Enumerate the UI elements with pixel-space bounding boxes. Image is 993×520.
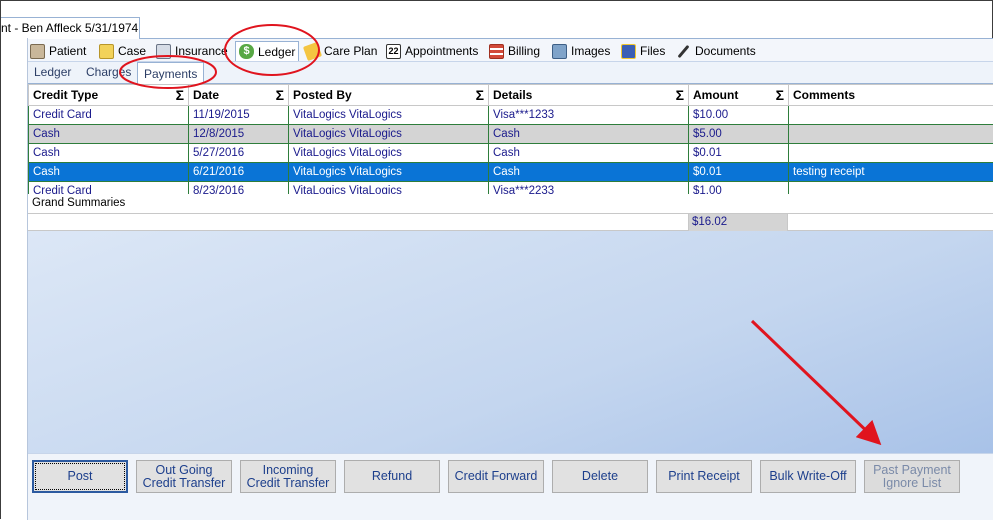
payments-grid: Credit TypeΣ DateΣ Posted ByΣ DetailsΣ A… bbox=[28, 84, 993, 201]
sum-icon[interactable]: Σ bbox=[476, 87, 484, 103]
cell-date: 12/8/2015 bbox=[189, 125, 289, 144]
pencil-note-icon bbox=[303, 41, 322, 60]
cell-amount: $0.01 bbox=[689, 163, 789, 182]
table-row[interactable]: Cash 12/8/2015 VitaLogics VitaLogics Cas… bbox=[29, 125, 993, 144]
cell-comments: testing receipt bbox=[789, 163, 993, 182]
tab-documents[interactable]: Documents bbox=[676, 41, 756, 61]
subtab-charges[interactable]: Charges bbox=[86, 65, 131, 79]
table-row[interactable]: Credit Card 11/19/2015 VitaLogics VitaLo… bbox=[29, 106, 993, 125]
cell-posted-by: VitaLogics VitaLogics bbox=[289, 144, 489, 163]
files-icon bbox=[621, 44, 636, 59]
cell-amount: $5.00 bbox=[689, 125, 789, 144]
column-header-credit-type[interactable]: Credit TypeΣ bbox=[29, 85, 189, 106]
tab-label: Insurance bbox=[175, 44, 228, 58]
grid-header-row: Credit TypeΣ DateΣ Posted ByΣ DetailsΣ A… bbox=[29, 85, 993, 106]
money-bag-icon: $ bbox=[239, 44, 254, 59]
cell-credit-type: Credit Card bbox=[29, 106, 189, 125]
table-row[interactable]: Cash 5/27/2016 VitaLogics VitaLogics Cas… bbox=[29, 144, 993, 163]
sum-icon[interactable]: Σ bbox=[676, 87, 684, 103]
sum-icon[interactable]: Σ bbox=[776, 87, 784, 103]
past-payment-ignore-list-button: Past Payment Ignore List bbox=[864, 460, 960, 493]
tab-appointments[interactable]: 22 Appointments bbox=[386, 41, 478, 61]
cell-amount: $10.00 bbox=[689, 106, 789, 125]
incoming-credit-transfer-button[interactable]: Incoming Credit Transfer bbox=[240, 460, 336, 493]
tab-label: Care Plan bbox=[324, 44, 377, 58]
cell-date: 6/21/2016 bbox=[189, 163, 289, 182]
credit-forward-button[interactable]: Credit Forward bbox=[448, 460, 544, 493]
sum-icon[interactable]: Σ bbox=[276, 87, 284, 103]
patient-card-icon bbox=[30, 44, 45, 59]
column-header-date[interactable]: DateΣ bbox=[189, 85, 289, 106]
post-button[interactable]: Post bbox=[32, 460, 128, 493]
tab-label: Case bbox=[118, 44, 146, 58]
patient-document-tab[interactable]: nt - Ben Affleck 5/31/1974 bbox=[1, 17, 140, 40]
cell-comments bbox=[789, 125, 993, 144]
grand-summaries-label: Grand Summaries bbox=[28, 194, 993, 213]
cell-comments bbox=[789, 106, 993, 125]
ledger-sub-tab-bar: Ledger Charges Payments bbox=[28, 62, 993, 84]
cell-details: Cash bbox=[489, 144, 689, 163]
tab-insurance[interactable]: Insurance bbox=[156, 41, 228, 61]
tab-billing[interactable]: Billing bbox=[489, 41, 540, 61]
cell-credit-type: Cash bbox=[29, 144, 189, 163]
print-receipt-button[interactable]: Print Receipt bbox=[656, 460, 752, 493]
tab-label: Patient bbox=[49, 44, 86, 58]
cell-posted-by: VitaLogics VitaLogics bbox=[289, 163, 489, 182]
image-icon bbox=[552, 44, 567, 59]
grand-summaries-row: $16.02 bbox=[28, 213, 993, 231]
cell-details: Cash bbox=[489, 125, 689, 144]
sum-icon[interactable]: Σ bbox=[176, 87, 184, 103]
tab-label: Files bbox=[640, 44, 665, 58]
tab-label: Ledger bbox=[258, 45, 295, 59]
patient-workspace: Patient Case Insurance $ Ledger Care Pla… bbox=[28, 39, 993, 520]
column-header-amount[interactable]: AmountΣ bbox=[689, 85, 789, 106]
cell-posted-by: VitaLogics VitaLogics bbox=[289, 106, 489, 125]
shield-card-icon bbox=[156, 44, 171, 59]
tab-label: Appointments bbox=[405, 44, 478, 58]
bulk-write-off-button[interactable]: Bulk Write-Off bbox=[760, 460, 856, 493]
column-header-posted-by[interactable]: Posted ByΣ bbox=[289, 85, 489, 106]
app-window: nt - Ben Affleck 5/31/1974 Patient Case … bbox=[0, 0, 993, 519]
calendar-icon: 22 bbox=[386, 44, 401, 59]
tab-files[interactable]: Files bbox=[621, 41, 665, 61]
folder-icon bbox=[99, 44, 114, 59]
tab-care-plan[interactable]: Care Plan bbox=[305, 41, 377, 61]
cell-posted-by: VitaLogics VitaLogics bbox=[289, 125, 489, 144]
cell-amount: $0.01 bbox=[689, 144, 789, 163]
left-side-panel bbox=[1, 38, 28, 520]
cell-comments bbox=[789, 144, 993, 163]
refund-button[interactable]: Refund bbox=[344, 460, 440, 493]
column-header-comments[interactable]: Comments bbox=[789, 85, 993, 106]
main-tab-bar: Patient Case Insurance $ Ledger Care Pla… bbox=[28, 39, 993, 62]
delete-button[interactable]: Delete bbox=[552, 460, 648, 493]
tab-label: Billing bbox=[508, 44, 540, 58]
table-row-selected[interactable]: Cash 6/21/2016 VitaLogics VitaLogics Cas… bbox=[29, 163, 993, 182]
tab-label: Images bbox=[571, 44, 610, 58]
cell-credit-type: Cash bbox=[29, 163, 189, 182]
outgoing-credit-transfer-button[interactable]: Out Going Credit Transfer bbox=[136, 460, 232, 493]
cell-credit-type: Cash bbox=[29, 125, 189, 144]
tab-label: Documents bbox=[695, 44, 756, 58]
document-tab-strip: nt - Ben Affleck 5/31/1974 bbox=[1, 13, 993, 39]
column-header-details[interactable]: DetailsΣ bbox=[489, 85, 689, 106]
tab-images[interactable]: Images bbox=[552, 41, 610, 61]
cell-details: Cash bbox=[489, 163, 689, 182]
payment-action-bar: Post Out Going Credit Transfer Incoming … bbox=[28, 453, 993, 520]
cell-date: 11/19/2015 bbox=[189, 106, 289, 125]
grid-empty-area bbox=[28, 231, 993, 453]
subtab-payments[interactable]: Payments bbox=[137, 62, 204, 84]
pen-icon bbox=[678, 44, 690, 57]
cell-date: 5/27/2016 bbox=[189, 144, 289, 163]
tab-patient[interactable]: Patient bbox=[30, 41, 86, 61]
cell-details: Visa***1233 bbox=[489, 106, 689, 125]
subtab-ledger[interactable]: Ledger bbox=[34, 65, 71, 79]
tab-ledger[interactable]: $ Ledger bbox=[235, 41, 299, 61]
billing-table-icon bbox=[489, 44, 504, 59]
amount-total: $16.02 bbox=[688, 214, 788, 231]
tab-case[interactable]: Case bbox=[99, 41, 146, 61]
